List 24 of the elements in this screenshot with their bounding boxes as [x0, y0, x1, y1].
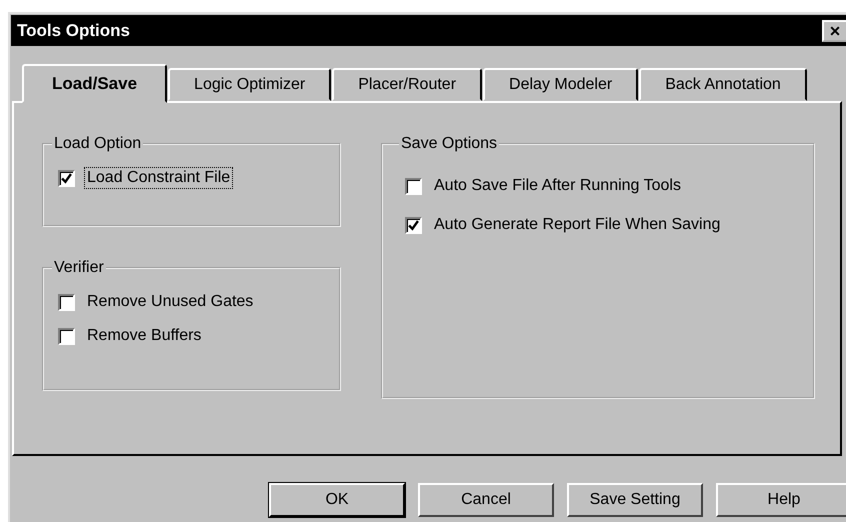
- checkbox-label[interactable]: Remove Buffers: [84, 325, 204, 347]
- dialog-button[interactable]: OK: [269, 483, 405, 517]
- window-title: Tools Options: [17, 20, 130, 40]
- checkbox[interactable]: [58, 294, 75, 310]
- group-title: Save Options: [400, 135, 498, 153]
- dialog-button[interactable]: Save Setting: [567, 483, 703, 517]
- dialog-button[interactable]: Help: [716, 483, 846, 517]
- checkbox[interactable]: [405, 178, 422, 194]
- checkbox-label[interactable]: Load Constraint File: [84, 167, 234, 189]
- checkbox-label[interactable]: Auto Save File After Running Tools: [431, 175, 684, 197]
- checkbox[interactable]: [405, 216, 422, 234]
- tab[interactable]: Delay Modeler: [483, 68, 638, 101]
- dialog-button[interactable]: Cancel: [418, 483, 554, 517]
- tab[interactable]: Logic Optimizer: [168, 68, 332, 101]
- close-button[interactable]: ×: [822, 20, 846, 42]
- checkbox-label[interactable]: Remove Unused Gates: [84, 291, 256, 313]
- tab[interactable]: Back Annotation: [639, 68, 807, 101]
- group-title: Verifier: [53, 259, 105, 277]
- tab[interactable]: Load/Save: [22, 64, 168, 103]
- checkbox[interactable]: [58, 328, 75, 344]
- group-title: Load Option: [53, 135, 142, 153]
- tab[interactable]: Placer/Router: [332, 68, 482, 101]
- checkbox[interactable]: [58, 170, 75, 186]
- checkbox-label[interactable]: Auto Generate Report File When Saving: [431, 214, 724, 236]
